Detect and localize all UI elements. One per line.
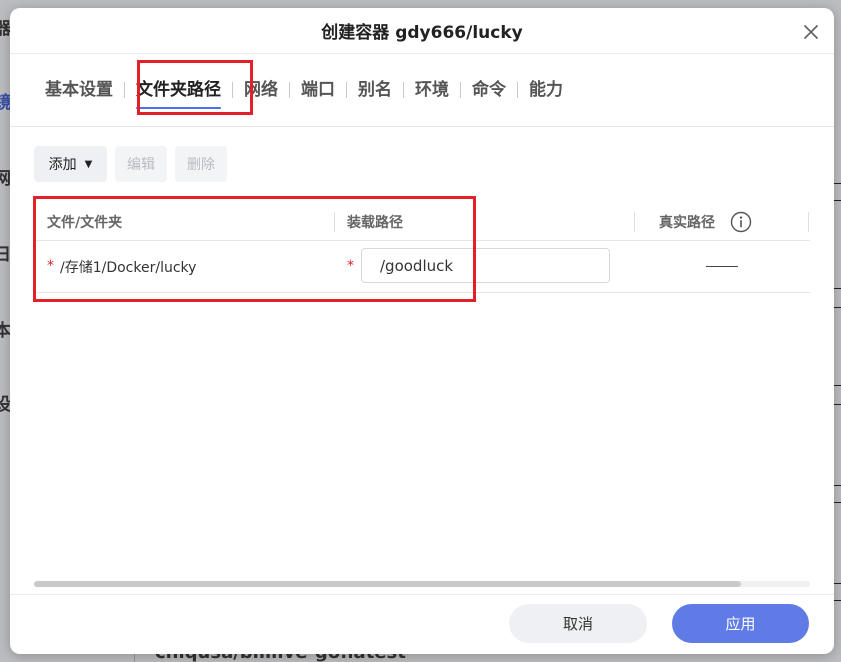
- real-path-empty-dash: [706, 266, 738, 267]
- add-button[interactable]: 添加 ▼: [34, 146, 107, 182]
- bg-sidebar-char: 器: [0, 19, 11, 39]
- required-mark: *: [47, 258, 54, 274]
- tab-port[interactable]: 端口: [290, 78, 346, 102]
- edit-button[interactable]: 编辑: [115, 146, 167, 182]
- active-tab-underline: [136, 107, 221, 109]
- tab-label: 命令: [472, 80, 506, 100]
- add-button-label: 添加: [48, 157, 77, 173]
- tab-basic-settings[interactable]: 基本设置: [34, 78, 124, 102]
- tab-label: 端口: [301, 80, 335, 100]
- delete-button[interactable]: 删除: [175, 146, 227, 182]
- apply-button[interactable]: 应用: [672, 604, 809, 643]
- bg-divider: [833, 485, 841, 486]
- column-separator: [634, 212, 635, 232]
- dialog-footer: 取消 应用: [10, 594, 834, 654]
- bg-sidebar-char: 设: [0, 395, 11, 415]
- bg-sidebar-char: 镜: [0, 93, 11, 113]
- tab-environment[interactable]: 环境: [404, 78, 460, 102]
- bg-divider: [833, 307, 841, 308]
- tab-label: 别名: [358, 80, 392, 100]
- bg-divider: [833, 183, 841, 184]
- bg-divider: [833, 404, 841, 405]
- table-header: 文件/文件夹 装载路径 真实路径: [34, 203, 810, 241]
- tab-network[interactable]: 网络: [233, 78, 289, 102]
- bg-divider: [833, 200, 841, 201]
- required-mark: *: [347, 258, 354, 274]
- table-row: * /存储1/Docker/lucky *: [34, 241, 810, 293]
- tab-label: 网络: [244, 80, 278, 100]
- bg-divider: [833, 502, 841, 503]
- close-icon[interactable]: [802, 23, 820, 41]
- tab-label: 能力: [529, 80, 563, 100]
- column-separator: [808, 212, 809, 232]
- bg-divider: [833, 385, 841, 386]
- bg-divider: [833, 600, 841, 601]
- dialog-title: 创建容器 gdy666/lucky: [321, 23, 523, 43]
- tab-label: 文件夹路径: [136, 80, 221, 100]
- bg-divider: [833, 583, 841, 584]
- tab-command[interactable]: 命令: [461, 78, 517, 102]
- tab-capability[interactable]: 能力: [518, 78, 574, 102]
- mount-path-input[interactable]: [361, 248, 610, 283]
- scrollbar-thumb[interactable]: [34, 581, 741, 587]
- bg-sidebar-char: 日: [0, 245, 11, 265]
- info-icon[interactable]: [730, 211, 752, 233]
- cancel-button[interactable]: 取消: [509, 604, 647, 643]
- toolbar: 添加 ▼ 编辑 删除: [34, 146, 227, 182]
- dialog-header: 创建容器 gdy666/lucky: [10, 8, 834, 54]
- tab-bar: 基本设置 文件夹路径 网络 端口 别名 环境 命令 能力: [10, 54, 834, 127]
- bg-divider: [833, 288, 841, 289]
- tab-label: 环境: [415, 80, 449, 100]
- bg-sidebar-char: 本: [0, 321, 11, 341]
- header-mount-path: 装载路径: [347, 214, 403, 231]
- header-real-path: 真实路径: [659, 214, 715, 231]
- volume-table: 文件/文件夹 装载路径 真实路径 * /存储1/Docker/lucky *: [34, 203, 810, 293]
- column-separator: [334, 212, 335, 232]
- tab-folder-path[interactable]: 文件夹路径: [125, 78, 232, 109]
- bg-sidebar-char: 网: [0, 169, 11, 189]
- tab-alias[interactable]: 别名: [347, 78, 403, 102]
- caret-down-icon: ▼: [84, 158, 93, 170]
- file-folder-value: /存储1/Docker/lucky: [60, 260, 197, 276]
- horizontal-scrollbar[interactable]: [34, 581, 810, 587]
- create-container-dialog: 创建容器 gdy666/lucky 基本设置 文件夹路径 网络 端口 别名 环境…: [10, 8, 834, 654]
- tab-label: 基本设置: [45, 80, 113, 100]
- header-file-folder: 文件/文件夹: [47, 214, 123, 231]
